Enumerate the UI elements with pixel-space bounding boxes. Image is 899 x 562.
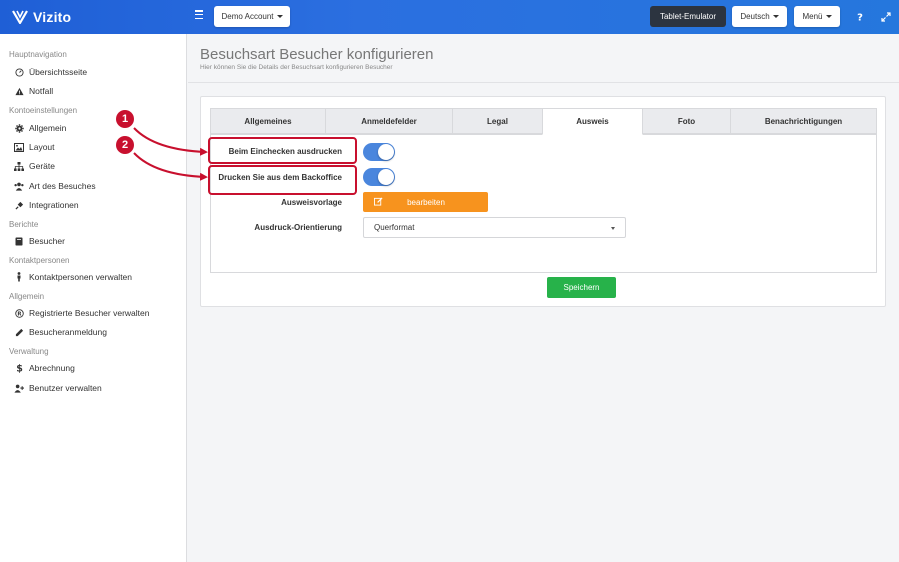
language-dropdown-button[interactable]: Deutsch [732,6,787,27]
plug-icon [14,200,24,210]
expand-icon[interactable] [880,11,892,23]
annotation-badge-2: 2 [116,136,134,154]
toggle-knob [378,144,394,160]
sidebar-item-label: Benutzer verwalten [29,383,102,393]
print-orientation-value: Querformat [374,223,415,232]
sidebar-item-label: Besucheranmeldung [29,327,107,337]
sidebar-section-title: Berichte [9,220,39,229]
image-icon [14,142,24,152]
sidebar-item-label: Allgemein [29,123,67,133]
sidebar-item-manage-users[interactable]: Benutzer verwalten [14,383,102,393]
sidebar-item-emergency[interactable]: Notfall [14,86,53,96]
page-subtitle: Hier können Sie die Details der Besuchsa… [200,64,393,71]
edit-icon [374,196,384,208]
tab-notifications[interactable]: Benachrichtigungen [730,108,877,134]
gear-icon [14,123,24,133]
chevron-down-icon [276,15,283,18]
badge-template-label: Ausweisvorlage [281,198,342,207]
sidebar-section-title: Allgemein [9,292,45,301]
edit-button-label: bearbeiten [407,197,445,207]
sidebar-item-visit-types[interactable]: Art des Besuches [14,181,96,191]
book-icon [14,236,24,246]
users-icon [14,181,24,191]
sidebar-item-label: Abrechnung [29,363,75,373]
print-from-backoffice-toggle[interactable] [363,168,395,186]
hamburger-menu-icon[interactable] [195,10,205,22]
sidebar-item-label: Geräte [29,161,55,171]
sidebar-section-title: Hauptnavigation [9,50,67,59]
sidebar-item-label: Notfall [29,86,54,96]
annotation-badge-1: 1 [116,110,134,128]
vizito-logo-icon [12,10,28,24]
account-dropdown-label: Demo Account [221,12,274,21]
sidebar-item-label: Übersichtsseite [29,67,88,77]
sidebar-section-title: Verwaltung [9,347,49,356]
print-orientation-label: Ausdruck-Orientierung [254,223,342,232]
annotation-highlight-box-2 [208,165,357,195]
sidebar-item-contacts[interactable]: Kontaktpersonen verwalten [14,272,132,282]
sidebar-item-visitor-registration[interactable]: Besucheranmeldung [14,327,107,337]
sidebar-item-label: Registrierte Besucher verwalten [29,308,150,318]
svg-text:$: $ [16,364,23,374]
question-icon[interactable]: ? [854,11,866,23]
sitemap-icon [14,161,24,171]
svg-text:?: ? [857,13,863,23]
user-plus-icon [14,383,24,393]
brand-logo[interactable]: Vizito [12,9,71,25]
tab-badge[interactable]: Ausweis [542,108,643,135]
sidebar-item-layout[interactable]: Layout [14,142,55,152]
sidebar-item-general[interactable]: Allgemein [14,123,66,133]
save-button[interactable]: Speichern [547,277,616,298]
dollar-icon: $ [14,363,24,374]
edit-badge-template-button[interactable]: bearbeiten [363,192,488,212]
tab-general[interactable]: Allgemeines [210,108,326,134]
sidebar-item-registered-visitors[interactable]: R Registrierte Besucher verwalten [14,308,149,318]
sidebar-item-devices[interactable]: Geräte [14,161,55,171]
sidebar-item-label: Art des Besuches [29,181,96,191]
print-on-checkin-toggle[interactable] [363,143,395,161]
print-orientation-select[interactable]: Querformat [363,217,626,238]
tablet-emulator-button[interactable]: Tablet-Emulator [650,6,726,27]
sidebar-item-visitors[interactable]: Besucher [14,236,65,246]
sidebar-item-label: Integrationen [29,200,79,210]
chevron-down-icon [611,227,615,230]
sidebar-item-label: Kontaktpersonen verwalten [29,272,133,282]
tab-registration-fields[interactable]: Anmeldefelder [325,108,453,134]
sidebar-item-label: Besucher [29,236,65,246]
top-navbar: Vizito Demo Account Tablet-Emulator Deut… [0,0,899,34]
brand-name: Vizito [33,9,72,25]
pencil-icon [14,327,24,337]
menu-dropdown-button[interactable]: Menü [794,6,840,27]
language-dropdown-label: Deutsch [740,12,770,21]
account-dropdown-button[interactable]: Demo Account [214,6,290,27]
gauge-icon [14,67,24,77]
toggle-knob [378,169,394,185]
chevron-down-icon [772,15,779,18]
page-title: Besuchsart Besucher konfigurieren [200,46,434,63]
person-icon [14,272,24,282]
sidebar-item-integrations[interactable]: Integrationen [14,200,79,210]
sidebar-item-billing[interactable]: $ Abrechnung [14,363,75,373]
sidebar-section-title: Kontoeinstellungen [9,106,78,115]
annotation-highlight-box-1 [208,137,357,164]
sidebar-item-label: Layout [29,142,55,152]
tab-photo[interactable]: Foto [642,108,731,134]
sidebar-item-overview[interactable]: Übersichtsseite [14,67,87,77]
registered-icon: R [14,308,24,318]
sidebar-section-title: Kontaktpersonen [9,256,70,265]
tab-legal[interactable]: Legal [452,108,543,134]
chevron-down-icon [825,15,832,18]
warning-icon [14,86,24,96]
divider [188,82,899,83]
menu-dropdown-label: Menü [802,12,823,21]
